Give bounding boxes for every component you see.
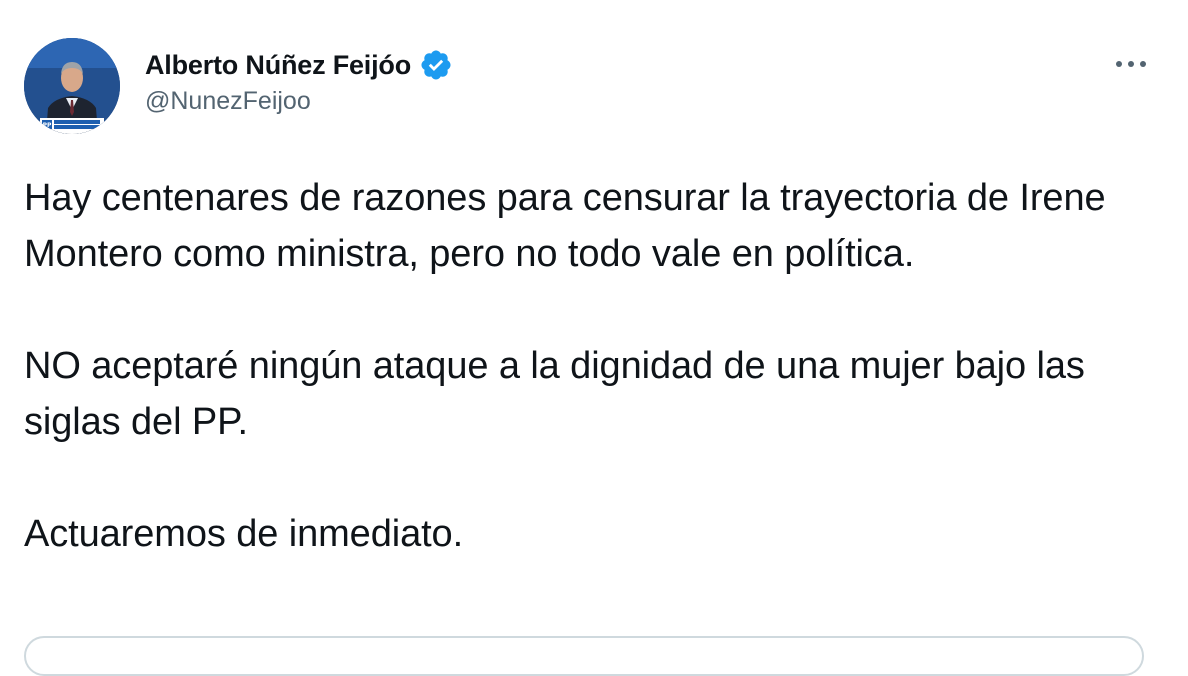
avatar-image: PP — [24, 38, 120, 134]
tweet-paragraph-1: Hay centenares de razones para censurar … — [24, 177, 1106, 275]
display-name[interactable]: Alberto Núñez Feijóo — [145, 50, 411, 81]
more-dot — [1128, 61, 1134, 67]
verified-badge-icon[interactable] — [419, 48, 453, 82]
embedded-card-edge[interactable] — [24, 636, 1144, 676]
tweet-paragraph-2: NO aceptaré ningún ataque a la dignidad … — [24, 345, 1085, 443]
name-row: Alberto Núñez Feijóo — [145, 47, 453, 83]
more-options-icon[interactable] — [1116, 54, 1146, 74]
avatar[interactable]: PP — [24, 38, 120, 134]
more-dot — [1140, 61, 1146, 67]
avatar-logo: PP — [43, 122, 52, 129]
tweet-paragraph-3: Actuaremos de inmediato. — [24, 513, 464, 555]
tweet-text: Hay centenares de razones para censurar … — [24, 170, 1164, 562]
tweet: PP Alberto Núñez Feijóo @NunezFeijoo Hay… — [0, 0, 1188, 676]
author-info: Alberto Núñez Feijóo @NunezFeijoo — [145, 47, 453, 116]
more-dot — [1116, 61, 1122, 67]
user-handle[interactable]: @NunezFeijoo — [145, 87, 453, 116]
